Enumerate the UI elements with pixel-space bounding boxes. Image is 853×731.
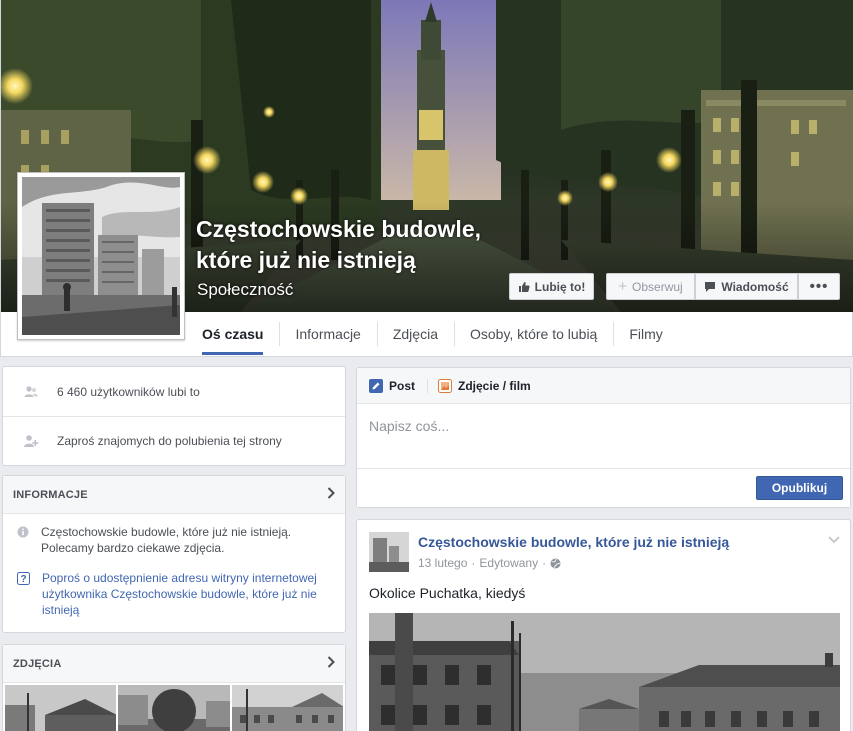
photo-thumbnail[interactable] — [231, 685, 343, 731]
cover-card: Częstochowskie budowle, które już nie is… — [0, 0, 853, 357]
info-icon — [17, 526, 29, 538]
message-button-label: Wiadomość — [721, 279, 789, 294]
invite-friends-text: Zaproś znajomych do polubienia tej stron… — [57, 434, 282, 448]
chevron-right-icon[interactable] — [327, 655, 335, 673]
meta-separator: · — [542, 556, 547, 570]
composer-tab-post[interactable]: Post — [369, 378, 427, 393]
photos-card: ZDJĘCIA — [2, 644, 346, 731]
about-card: INFORMACJE Częstochowskie budowle, które… — [2, 475, 346, 633]
about-description: Częstochowskie budowle, które już nie is… — [41, 525, 292, 555]
follow-button[interactable]: + Obserwuj — [606, 273, 695, 300]
add-friend-icon — [24, 435, 39, 447]
chevron-down-icon[interactable] — [828, 532, 840, 547]
likes-card: 6 460 użytkowników lubi to Zaproś znajom… — [2, 366, 346, 466]
message-button[interactable]: Wiadomość — [695, 273, 798, 300]
like-button-label: Lubię to! — [534, 279, 586, 294]
globe-icon[interactable] — [550, 558, 561, 569]
photo-thumbnail[interactable] — [118, 685, 230, 731]
svg-text:?: ? — [20, 574, 26, 585]
website-request-row: ? Poproś o udostępnienie adresu witryny … — [3, 556, 345, 618]
publish-button[interactable]: Opublikuj — [756, 476, 843, 500]
profile-picture[interactable] — [17, 172, 185, 340]
photo-icon — [438, 378, 453, 393]
tab-photos[interactable]: Zdjęcia — [376, 312, 454, 356]
chevron-right-icon[interactable] — [327, 486, 335, 504]
thumbs-up-icon — [518, 281, 530, 292]
people-icon — [24, 385, 38, 397]
meta-separator: · — [471, 556, 476, 570]
ellipsis-icon: ••• — [809, 278, 829, 295]
photos-card-title: ZDJĘCIA — [13, 657, 62, 670]
speech-bubble-icon — [705, 281, 716, 292]
photo-strip — [3, 683, 345, 731]
about-card-header[interactable]: INFORMACJE — [3, 476, 345, 514]
tab-videos[interactable]: Filmy — [613, 312, 678, 356]
composer-input[interactable] — [357, 404, 850, 468]
tab-about[interactable]: Informacje — [279, 312, 376, 356]
more-options-button[interactable]: ••• — [798, 273, 840, 300]
photos-card-header[interactable]: ZDJĘCIA — [3, 645, 345, 683]
composer-tab-photo-label: Zdjęcie / film — [458, 378, 531, 393]
composer-footer: Opublikuj — [357, 468, 850, 507]
post-meta: 13 lutego · Edytowany · — [418, 556, 561, 570]
post-edited[interactable]: Edytowany — [479, 556, 538, 570]
post-author[interactable]: Częstochowskie budowle, które już nie is… — [418, 534, 729, 550]
pencil-icon — [369, 378, 383, 393]
like-button[interactable]: Lubię to! — [509, 273, 594, 300]
likes-count: 6 460 użytkowników lubi to — [57, 384, 200, 399]
page-tabs: Oś czasu Informacje Zdjęcia Osoby, które… — [186, 312, 679, 356]
composer-tab-post-label: Post — [389, 378, 416, 393]
page-title[interactable]: Częstochowskie budowle, które już nie is… — [196, 214, 526, 276]
tab-likes[interactable]: Osoby, które to lubią — [453, 312, 613, 356]
post-text: Okolice Puchatka, kiedyś — [369, 585, 526, 601]
post-photo[interactable] — [369, 613, 840, 731]
post-date[interactable]: 13 lutego — [418, 556, 467, 570]
about-card-title: INFORMACJE — [13, 488, 88, 501]
profile-picture-art — [22, 177, 180, 335]
timeline-post: Częstochowskie budowle, które już nie is… — [356, 519, 851, 731]
likes-count-row[interactable]: 6 460 użytkowników lubi to — [3, 367, 345, 416]
invite-friends-row[interactable]: Zaproś znajomych do polubienia tej stron… — [3, 416, 345, 465]
page-category[interactable]: Społeczność — [197, 280, 293, 300]
post-avatar[interactable] — [369, 532, 409, 572]
photo-thumbnail[interactable] — [5, 685, 117, 731]
post-composer: Post Zdjęcie / film Opublikuj — [356, 367, 851, 508]
website-request-link[interactable]: Poproś o udostępnienie adresu witryny in… — [42, 570, 333, 618]
about-description-row: Częstochowskie budowle, które już nie is… — [3, 514, 345, 556]
composer-tabs: Post Zdjęcie / film — [357, 368, 850, 404]
tab-timeline[interactable]: Oś czasu — [186, 312, 279, 356]
composer-tab-photo[interactable]: Zdjęcie / film — [427, 378, 543, 393]
follow-button-label: Obserwuj — [632, 279, 683, 294]
question-icon: ? — [17, 572, 30, 585]
plus-icon: + — [618, 278, 628, 295]
